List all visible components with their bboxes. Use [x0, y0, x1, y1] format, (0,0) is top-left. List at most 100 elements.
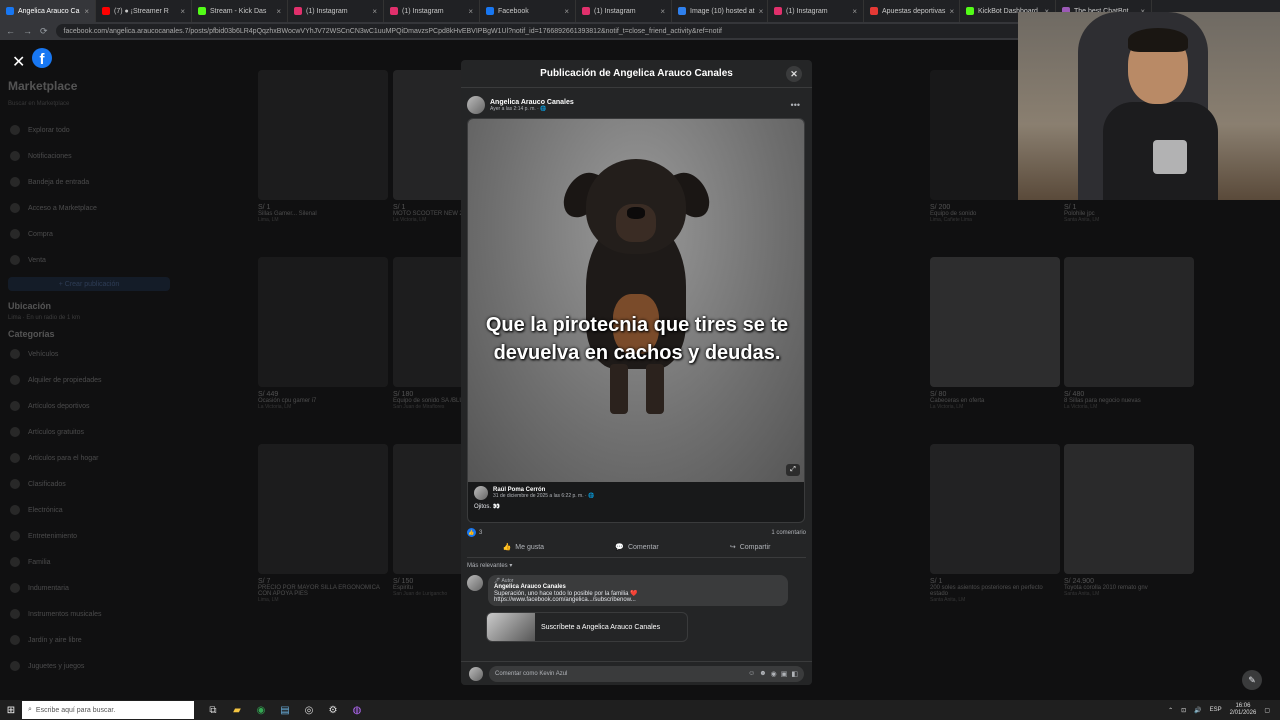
- listing-card[interactable]: S/ 1 200 soles asientos posteriores en pe…: [930, 444, 1060, 603]
- sidebar-category-item[interactable]: Electrónica: [0, 497, 178, 523]
- sidebar-category-item[interactable]: Vehículos: [0, 341, 178, 367]
- obs-icon[interactable]: ◎: [300, 701, 318, 719]
- browser-tab[interactable]: (1) Instagram ×: [384, 0, 480, 22]
- sidebar-nav-item[interactable]: Explorar todo: [0, 117, 178, 143]
- browser-tab[interactable]: Image (10) hosted at ×: [672, 0, 768, 22]
- marketplace-search-input[interactable]: Buscar en Marketplace: [8, 101, 170, 113]
- close-viewer-icon[interactable]: ✕: [12, 52, 25, 72]
- sticker-icon[interactable]: ◧: [791, 670, 798, 678]
- listing-card[interactable]: S/ 24.900 Toyota corolla 2010 remato gnv S…: [1064, 444, 1194, 597]
- gif-icon[interactable]: ▣: [781, 670, 788, 678]
- comment-composer: Comentar como Kevin Azul ☺ ☻ ◉ ▣ ◧: [461, 661, 812, 685]
- browser-tab[interactable]: Angelica Arauco Ca ×: [0, 0, 96, 22]
- browser-tab[interactable]: (7) ● ¡Streamer R ×: [96, 0, 192, 22]
- notifications-icon[interactable]: ▢: [1264, 707, 1270, 714]
- sidebar-category-item[interactable]: Instrumentos musicales: [0, 601, 178, 627]
- comment-input[interactable]: Comentar como Kevin Azul ☺ ☻ ◉ ▣ ◧: [489, 665, 804, 682]
- like-count[interactable]: 👍 3: [467, 528, 482, 537]
- expand-icon[interactable]: ⤢: [786, 464, 800, 476]
- shared-post[interactable]: Que la pirotecnia que tires se te devuel…: [467, 118, 805, 523]
- listing-card[interactable]: S/ 480 8 Sillas para negocio nuevas La Vic…: [1064, 257, 1194, 410]
- new-message-icon[interactable]: ✎: [1242, 670, 1262, 690]
- sidebar-category-item[interactable]: Artículos deportivos: [0, 393, 178, 419]
- tab-close-icon[interactable]: ×: [468, 7, 473, 16]
- camera-icon[interactable]: ◉: [771, 670, 777, 678]
- post-timestamp[interactable]: Ayer a las 2:14 p. m. · 🌐: [490, 106, 574, 112]
- browser-tab[interactable]: (1) Instagram ×: [768, 0, 864, 22]
- tab-close-icon[interactable]: ×: [84, 7, 89, 16]
- listing-card[interactable]: S/ 80 Cabeceras en oferta La Victoria, LM: [930, 257, 1060, 410]
- browser-tab[interactable]: (1) Instagram ×: [288, 0, 384, 22]
- taskbar-search-input[interactable]: ⌕ Escribe aquí para buscar.: [22, 701, 194, 719]
- settings-icon[interactable]: ⚙: [324, 701, 342, 719]
- subscribe-preview-card[interactable]: Suscríbete a Angelica Arauco Canales: [486, 612, 688, 642]
- avatar[interactable]: [467, 96, 485, 114]
- comment-sort-dropdown[interactable]: Más relevantes ▾: [461, 558, 812, 573]
- listing-card[interactable]: S/ 1 Sillas Gamer... Silenal Lima, LM: [258, 70, 388, 223]
- volume-icon[interactable]: 🔊: [1194, 707, 1201, 714]
- tab-close-icon[interactable]: ×: [564, 7, 569, 16]
- sidebar-category-item[interactable]: Jardín y aire libre: [0, 627, 178, 653]
- sidebar-nav-item-label: Compra: [28, 230, 53, 238]
- task-view-icon[interactable]: ⧉: [204, 701, 222, 719]
- tab-close-icon[interactable]: ×: [660, 7, 665, 16]
- sidebar-category-item[interactable]: Artículos gratuitos: [0, 419, 178, 445]
- listing-card[interactable]: S/ 449 Ocasión cpu gamer i7 La Victoria, L…: [258, 257, 388, 410]
- like-button[interactable]: 👍 Me gusta: [503, 543, 545, 552]
- facebook-logo-icon[interactable]: f: [32, 48, 52, 68]
- sidebar-category-item[interactable]: Familia: [0, 549, 178, 575]
- sidebar-category-item[interactable]: Indumentaria: [0, 575, 178, 601]
- windows-start-icon[interactable]: ⊞: [0, 700, 22, 720]
- sidebar-nav-item[interactable]: Notificaciones: [0, 143, 178, 169]
- tab-close-icon[interactable]: ×: [759, 7, 764, 16]
- tab-label: (1) Instagram: [786, 7, 828, 15]
- chrome-icon[interactable]: ◉: [252, 701, 270, 719]
- sidebar-category-item-label: Indumentaria: [28, 584, 69, 592]
- browser-tab[interactable]: Apuestas deportivas ×: [864, 0, 960, 22]
- create-listing-button[interactable]: + Crear publicación: [8, 277, 170, 291]
- comment-count[interactable]: 1 comentario: [771, 530, 806, 536]
- browser-tab[interactable]: (1) Instagram ×: [576, 0, 672, 22]
- share-button[interactable]: ↪ Compartir: [730, 543, 771, 552]
- post-author[interactable]: Angelica Arauco Canales: [490, 99, 574, 106]
- notepad-icon[interactable]: ▤: [276, 701, 294, 719]
- comment-button[interactable]: 💬 Comentar: [615, 543, 658, 552]
- chat-app-icon[interactable]: ◍: [348, 701, 366, 719]
- sidebar-nav-item[interactable]: Acceso a Marketplace: [0, 195, 178, 221]
- avatar[interactable]: [474, 486, 488, 500]
- sidebar-category-item[interactable]: Juguetes y juegos: [0, 653, 178, 679]
- sidebar-nav-item[interactable]: Bandeja de entrada: [0, 169, 178, 195]
- shared-timestamp[interactable]: 31 de diciembre de 2025 a las 6:22 p. m.…: [493, 493, 594, 499]
- listing-card[interactable]: S/ 7 PRECIO POR MAYOR SILLA ERGONOMICA CO…: [258, 444, 388, 603]
- tab-close-icon[interactable]: ×: [949, 7, 954, 16]
- location-value[interactable]: Lima · En un radio de 1 km: [0, 313, 178, 323]
- reload-icon[interactable]: ⟳: [40, 26, 48, 37]
- file-explorer-icon[interactable]: ▰: [228, 701, 246, 719]
- sidebar-nav-item[interactable]: Compra: [0, 221, 178, 247]
- sidebar-category-item[interactable]: Entretenimiento: [0, 523, 178, 549]
- tab-close-icon[interactable]: ×: [852, 7, 857, 16]
- back-icon[interactable]: ←: [6, 26, 15, 36]
- clock[interactable]: 16:06 2/01/2026: [1230, 703, 1257, 717]
- composer-icons: ☺ ☻ ◉ ▣ ◧: [748, 670, 798, 678]
- emoji-icon[interactable]: ☻: [759, 670, 766, 678]
- avatar-sticker-icon[interactable]: ☺: [748, 670, 755, 678]
- browser-tab[interactable]: Facebook ×: [480, 0, 576, 22]
- more-options-icon[interactable]: •••: [791, 100, 800, 110]
- network-icon[interactable]: ⊡: [1181, 707, 1186, 714]
- tab-close-icon[interactable]: ×: [276, 7, 281, 16]
- sidebar-category-item[interactable]: Artículos para el hogar: [0, 445, 178, 471]
- sidebar-category-item[interactable]: Alquiler de propiedades: [0, 367, 178, 393]
- close-icon[interactable]: ✕: [786, 66, 802, 82]
- language-indicator[interactable]: ESP: [1210, 707, 1222, 713]
- avatar[interactable]: [467, 575, 483, 591]
- sidebar-category-item[interactable]: Clasificados: [0, 471, 178, 497]
- forward-icon[interactable]: →: [23, 26, 32, 36]
- post-image[interactable]: Que la pirotecnia que tires se te devuel…: [468, 119, 804, 482]
- sidebar-nav-item[interactable]: Venta: [0, 247, 178, 273]
- tab-close-icon[interactable]: ×: [372, 7, 377, 16]
- browser-tab[interactable]: Stream - Kick Das ×: [192, 0, 288, 22]
- tray-chevron-icon[interactable]: ⌃: [1168, 707, 1173, 714]
- tab-close-icon[interactable]: ×: [180, 7, 185, 16]
- comment-link[interactable]: https://www.facebook.com/angelica.../sub…: [494, 597, 782, 603]
